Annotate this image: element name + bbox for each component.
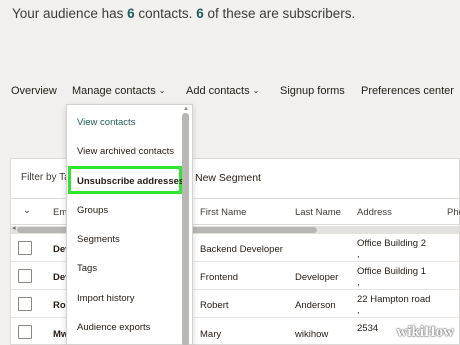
row-address-line1: 22 Hampton road bbox=[357, 294, 431, 305]
column-header-last-name[interactable]: Last Name bbox=[295, 207, 341, 218]
column-header-address[interactable]: Address bbox=[357, 207, 392, 218]
nav-manage-contacts-label: Manage contacts bbox=[72, 85, 156, 97]
menu-item-import-history[interactable]: Import history bbox=[77, 293, 135, 304]
nav-preferences-center[interactable]: Preferences center bbox=[361, 85, 454, 97]
nav-manage-contacts[interactable]: Manage contacts ⌄ bbox=[72, 85, 165, 97]
menu-item-segments[interactable]: Segments bbox=[77, 234, 120, 245]
nav-overview-label: Overview bbox=[11, 85, 57, 97]
row-checkbox[interactable] bbox=[18, 297, 32, 311]
new-segment-button[interactable]: New Segment bbox=[195, 172, 261, 184]
dropdown-scrollbar[interactable] bbox=[182, 113, 189, 345]
row-first-name: Mary bbox=[200, 329, 222, 340]
nav-preferences-center-label: Preferences center bbox=[361, 85, 454, 97]
menu-item-unsubscribe-addresses[interactable]: Unsubscribe addresses bbox=[68, 166, 185, 194]
wikihow-watermark: wikiHow bbox=[396, 324, 454, 340]
summary-suffix: of these are subscribers. bbox=[207, 6, 356, 21]
menu-item-audience-exports[interactable]: Audience exports bbox=[77, 322, 150, 333]
audience-summary: Your audience has 6 contacts. 6 of these… bbox=[12, 6, 355, 21]
row-first-name: Robert bbox=[200, 300, 229, 311]
subscriber-count: 6 bbox=[196, 6, 204, 21]
row-address-line1: 2534 bbox=[357, 323, 379, 334]
select-all-chevron-icon[interactable]: ⌄ bbox=[23, 205, 31, 216]
nav-add-contacts[interactable]: Add contacts ⌄ bbox=[186, 85, 259, 97]
row-address-line1: Office Building 2 bbox=[357, 238, 427, 249]
nav-add-contacts-label: Add contacts bbox=[186, 85, 250, 97]
summary-middle: contacts. bbox=[138, 6, 193, 21]
column-header-first-name[interactable]: First Name bbox=[200, 207, 246, 218]
row-address-line2: , bbox=[357, 277, 360, 288]
row-last-name: wikihow bbox=[295, 329, 329, 340]
column-header-phone[interactable]: Pho bbox=[447, 207, 460, 218]
menu-item-view-contacts[interactable]: View contacts bbox=[77, 117, 135, 128]
row-address-line1: Office Building 1 bbox=[357, 266, 427, 277]
row-address-line2: , bbox=[357, 305, 360, 316]
chevron-down-icon: ⌄ bbox=[158, 86, 166, 95]
audience-nav: Overview Manage contacts ⌄ Add contacts ⌄ … bbox=[0, 80, 460, 102]
scroll-up-icon[interactable]: ▲ bbox=[183, 106, 189, 112]
filter-by-tag-label[interactable]: Filter by Ta bbox=[21, 172, 70, 183]
row-address-line2: , bbox=[357, 249, 360, 260]
row-checkbox[interactable] bbox=[18, 269, 32, 283]
nav-overview[interactable]: Overview bbox=[11, 85, 57, 97]
row-checkbox[interactable] bbox=[18, 241, 32, 255]
row-last-name: Anderson bbox=[295, 300, 336, 311]
scroll-left-icon[interactable]: ◂ bbox=[12, 224, 16, 232]
nav-signup-forms[interactable]: Signup forms bbox=[280, 85, 345, 97]
summary-prefix: Your audience has bbox=[12, 6, 124, 21]
row-checkbox[interactable] bbox=[18, 325, 32, 339]
row-first-name: Backend Developer bbox=[200, 244, 283, 255]
menu-item-unsubscribe-addresses-label: Unsubscribe addresses bbox=[77, 176, 185, 187]
chevron-down-icon: ⌄ bbox=[252, 86, 260, 95]
menu-item-tags[interactable]: Tags bbox=[77, 263, 97, 274]
menu-item-groups[interactable]: Groups bbox=[77, 205, 108, 216]
menu-item-view-archived-contacts[interactable]: View archived contacts bbox=[77, 146, 174, 157]
row-last-name: Developer bbox=[295, 272, 339, 283]
contact-count: 6 bbox=[127, 6, 135, 21]
manage-contacts-dropdown: View contacts View archived contacts Uns… bbox=[66, 104, 193, 345]
row-first-name: Frontend bbox=[200, 272, 239, 283]
nav-signup-forms-label: Signup forms bbox=[280, 85, 345, 97]
